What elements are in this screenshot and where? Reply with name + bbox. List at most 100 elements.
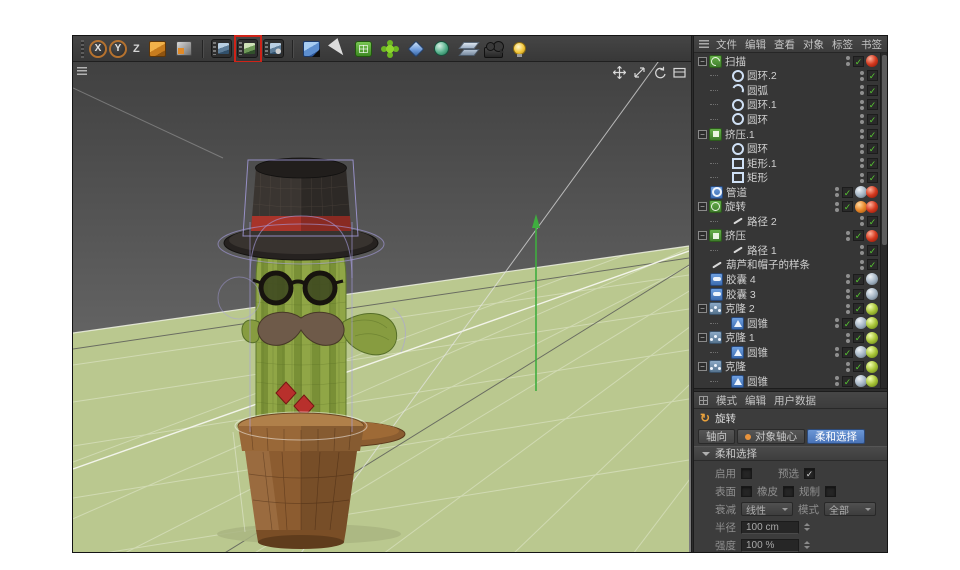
visibility-dots[interactable] xyxy=(860,245,864,255)
material-red[interactable] xyxy=(866,55,878,67)
enable-check[interactable]: ✓ xyxy=(842,201,853,212)
falloff-dropdown[interactable]: 线性 xyxy=(741,502,793,516)
object-row[interactable]: 胶囊 4✓ xyxy=(694,272,887,287)
visibility-dots[interactable] xyxy=(846,333,850,343)
object-row[interactable]: 圆环.1 ✓ xyxy=(694,98,887,113)
enable-check[interactable]: ✓ xyxy=(853,303,864,314)
visibility-dots[interactable] xyxy=(860,114,864,124)
viewport-menu-icon[interactable] xyxy=(77,67,87,75)
surface-checkbox[interactable] xyxy=(741,486,752,497)
spline-pen-icon[interactable] xyxy=(328,38,348,59)
object-row[interactable]: 矩形.1 ✓ xyxy=(694,156,887,171)
visibility-dots[interactable] xyxy=(846,231,850,241)
enable-check[interactable]: ✓ xyxy=(867,114,878,125)
object-row[interactable]: 圆锥✓ xyxy=(694,316,887,331)
visibility-dots[interactable] xyxy=(835,202,839,212)
object-row[interactable]: 管道 ✓ xyxy=(694,185,887,200)
object-label[interactable]: 矩形 xyxy=(747,170,860,185)
object-label[interactable]: 旋转 xyxy=(725,199,835,214)
menu-item[interactable]: 书签 xyxy=(861,37,882,52)
viewport-canvas[interactable] xyxy=(73,62,691,552)
object-row[interactable]: −旋转✓ xyxy=(694,199,887,214)
object-row[interactable]: 葫芦和帽子的样条✓ xyxy=(694,258,887,273)
tab-柔和选择[interactable]: 柔和选择 xyxy=(807,429,865,444)
object-label[interactable]: 圆环.1 xyxy=(747,97,860,112)
object-label[interactable]: 管道 xyxy=(726,185,835,200)
section-header[interactable]: 柔和选择 xyxy=(694,446,887,461)
add-cube-icon[interactable] xyxy=(303,41,320,57)
enable-check[interactable]: ✓ xyxy=(842,318,853,329)
visibility-dots[interactable] xyxy=(835,376,839,386)
menu-item[interactable]: 查看 xyxy=(774,37,795,52)
visibility-dots[interactable] xyxy=(846,274,850,284)
visibility-dots[interactable] xyxy=(835,187,839,197)
collapse-toggle[interactable]: − xyxy=(698,231,707,240)
enable-check[interactable]: ✓ xyxy=(867,99,878,110)
menu-item[interactable]: 标签 xyxy=(832,37,853,52)
object-label[interactable]: 扫描 xyxy=(725,54,846,69)
visibility-dots[interactable] xyxy=(860,173,864,183)
object-row[interactable]: 矩形 ✓ xyxy=(694,170,887,185)
enable-check[interactable]: ✓ xyxy=(867,172,878,183)
material-red[interactable] xyxy=(866,201,878,213)
visibility-dots[interactable] xyxy=(846,362,850,372)
object-row[interactable]: 圆环.2✓ xyxy=(694,69,887,84)
enable-check[interactable]: ✓ xyxy=(853,56,864,67)
enable-check[interactable]: ✓ xyxy=(867,85,878,96)
strength-input[interactable]: 100 % xyxy=(741,539,799,552)
deformer-icon[interactable] xyxy=(407,40,424,57)
visibility-dots[interactable] xyxy=(860,144,864,154)
object-row[interactable]: 圆环 ✓ xyxy=(694,112,887,127)
enable-check[interactable]: ✓ xyxy=(853,230,864,241)
enable-check[interactable]: ✓ xyxy=(867,129,878,140)
enable-check[interactable]: ✓ xyxy=(842,187,853,198)
visibility-dots[interactable] xyxy=(860,85,864,95)
axis-x-button[interactable]: X xyxy=(89,40,107,58)
material-green[interactable] xyxy=(866,346,878,358)
object-row[interactable]: 路径 1✓ xyxy=(694,243,887,258)
toolbar-drag-handle[interactable] xyxy=(81,40,84,58)
object-row[interactable]: − 扫描 ✓ xyxy=(694,54,887,69)
object-label[interactable]: 胶囊 3 xyxy=(726,287,846,302)
enable-check[interactable]: ✓ xyxy=(853,332,864,343)
object-label[interactable]: 矩形.1 xyxy=(747,156,860,171)
enable-check[interactable]: ✓ xyxy=(867,216,878,227)
visibility-dots[interactable] xyxy=(860,129,864,139)
tab-userdata[interactable]: 用户数据 xyxy=(774,393,816,408)
object-label[interactable]: 挤压.1 xyxy=(725,127,860,142)
visibility-dots[interactable] xyxy=(835,347,839,357)
material-red[interactable] xyxy=(866,186,878,198)
visibility-dots[interactable] xyxy=(846,304,850,314)
enable-checkbox[interactable] xyxy=(741,468,752,479)
object-row[interactable]: − 挤压 ✓ xyxy=(694,229,887,244)
object-row[interactable]: −克隆✓ xyxy=(694,359,887,374)
rotate-icon[interactable] xyxy=(653,66,666,79)
collapse-toggle[interactable]: − xyxy=(698,57,707,66)
strength-stepper[interactable] xyxy=(804,538,810,552)
viewport[interactable] xyxy=(73,62,691,552)
object-row[interactable]: −克隆 2✓ xyxy=(694,301,887,316)
object-row[interactable]: 路径 2 ✓ xyxy=(694,214,887,229)
object-label[interactable]: 圆弧 xyxy=(747,83,860,98)
material-green[interactable] xyxy=(866,361,878,373)
rule-checkbox[interactable] xyxy=(825,486,836,497)
render-settings-icon[interactable] xyxy=(263,39,284,58)
menu-item[interactable]: 编辑 xyxy=(745,37,766,52)
tab-edit[interactable]: 编辑 xyxy=(745,393,766,408)
camera-icon[interactable] xyxy=(484,47,503,58)
pan-icon[interactable] xyxy=(613,66,626,79)
object-label[interactable]: 挤压 xyxy=(725,228,846,243)
object-label[interactable]: 路径 2 xyxy=(747,214,860,229)
menu-item[interactable]: 文件 xyxy=(716,37,737,52)
object-label[interactable]: 克隆 2 xyxy=(725,301,846,316)
tab-mode[interactable]: 模式 xyxy=(716,393,737,408)
visibility-dots[interactable] xyxy=(860,71,864,81)
zoom-icon[interactable] xyxy=(633,66,646,79)
object-row[interactable]: −挤压.1✓ xyxy=(694,127,887,142)
radius-stepper[interactable] xyxy=(804,520,810,534)
enable-check[interactable]: ✓ xyxy=(867,158,878,169)
material-green[interactable] xyxy=(866,303,878,315)
object-label[interactable]: 圆环 xyxy=(747,112,860,127)
menu-item[interactable]: 对象 xyxy=(803,37,824,52)
flower-pot[interactable] xyxy=(238,413,364,549)
